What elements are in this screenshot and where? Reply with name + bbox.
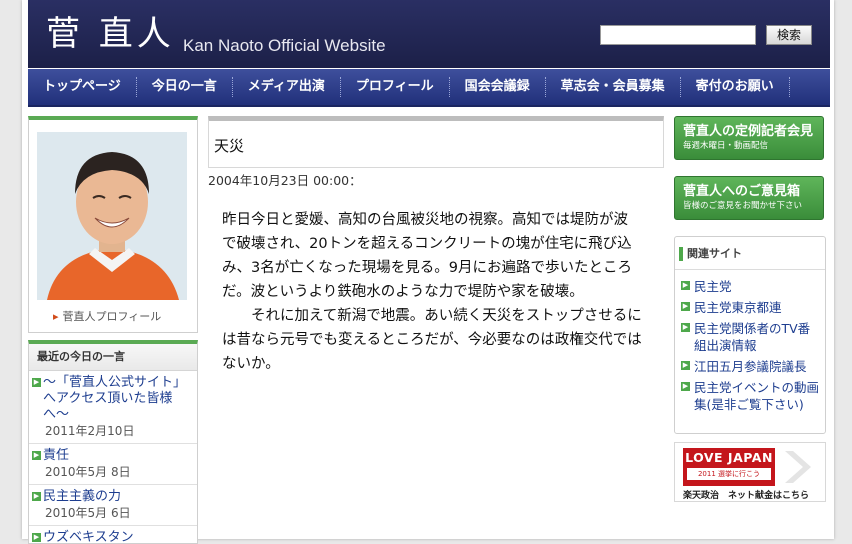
entry-title: 天災	[214, 137, 245, 155]
main-nav: トップページ 今日の一言 メディア出演 プロフィール 国会会議録 草志会・会員募…	[28, 69, 830, 107]
list-item-title[interactable]: 民主主義の力	[43, 489, 193, 505]
search-button[interactable]: 検索	[766, 25, 812, 45]
list-item-date: 2010年5月 6日	[45, 506, 131, 520]
related-sites-list: ▶ 民主党 ▶ 民主党東京都連 ▶ 民主党関係者のTV番組出演情報 ▶ 江田五月…	[675, 270, 825, 413]
banner-line2: 2011 選挙に行こう	[687, 468, 771, 480]
nav-item-membership[interactable]: 草志会・会員募集	[546, 77, 681, 97]
arrow-icon: ▶	[681, 382, 690, 391]
press-conference-label: 菅直人の定例記者会見	[683, 124, 814, 139]
related-link-label[interactable]: 民主党関係者のTV番組出演情報	[694, 320, 821, 354]
list-item-title[interactable]: 責任	[43, 448, 193, 464]
profile-link[interactable]: 菅直人プロフィール	[53, 308, 162, 324]
press-conference-sublabel: 毎週木曜日・動画配信	[683, 141, 769, 151]
list-item-title[interactable]: ウズベキスタン	[43, 530, 193, 543]
entry-header: 天災	[208, 116, 664, 168]
list-item-date: 2011年2月10日	[45, 424, 135, 438]
nav-item-profile[interactable]: プロフィール	[341, 77, 450, 97]
arrow-icon: ▶	[32, 451, 41, 460]
arrow-icon: ▶	[681, 281, 690, 290]
nav-item-top[interactable]: トップページ	[28, 77, 137, 97]
nav-item-diet-records[interactable]: 国会会議録	[450, 77, 546, 97]
banner-line1: LOVE JAPAN	[685, 450, 773, 465]
arrow-icon: ▶	[681, 361, 690, 370]
entry-date: 2004年10月23日 00:00：	[208, 173, 362, 188]
site-header: 菅 直人 Kan Naoto Official Website 検索	[28, 0, 830, 68]
list-item[interactable]: ▶ 民主主義の力 2010年5月 6日	[29, 485, 197, 526]
banner-logo: LOVE JAPAN 2011 選挙に行こう	[683, 448, 775, 486]
related-link[interactable]: ▶ 民主党東京都連	[681, 299, 821, 316]
site-subtitle: Kan Naoto Official Website	[183, 36, 386, 55]
profile-photo[interactable]	[37, 132, 187, 300]
related-link-label[interactable]: 民主党東京都連	[694, 299, 821, 316]
related-sites-box: 関連サイト ▶ 民主党 ▶ 民主党東京都連 ▶ 民主党関係者のTV番組出演情報 …	[674, 236, 826, 434]
arrow-icon: ▶	[681, 302, 690, 311]
related-link-label[interactable]: 民主党イベントの動画集(是非ご覧下さい)	[694, 379, 821, 413]
portrait-image	[37, 132, 187, 300]
love-japan-banner[interactable]: LOVE JAPAN 2011 選挙に行こう 楽天政治 ネット献金はこちら	[674, 442, 826, 502]
nav-item-donation[interactable]: 寄付のお願い	[681, 77, 790, 97]
entry-body: 昨日今日と愛媛、高知の台風被災地の視察。高知では堤防が波で破壊され、20トンを超…	[222, 208, 642, 376]
arrow-icon: ▶	[32, 533, 41, 542]
opinion-box-button[interactable]: 菅直人へのご意見箱 皆様のご意見をお聞かせ下さい	[674, 176, 824, 220]
page: 菅 直人 Kan Naoto Official Website 検索 トップペー…	[22, 0, 834, 544]
chevron-right-icon	[785, 451, 811, 483]
banner-caption: 楽天政治 ネット献金はこちら	[683, 491, 810, 501]
related-link-label[interactable]: 江田五月参議院議長	[694, 358, 821, 375]
site-title[interactable]: 菅 直人	[46, 12, 175, 56]
related-link[interactable]: ▶ 江田五月参議院議長	[681, 358, 821, 375]
related-link[interactable]: ▶ 民主党イベントの動画集(是非ご覧下さい)	[681, 379, 821, 413]
opinion-box-sublabel: 皆様のご意見をお聞かせ下さい	[683, 201, 803, 211]
related-link[interactable]: ▶ 民主党関係者のTV番組出演情報	[681, 320, 821, 354]
arrow-icon: ▶	[32, 378, 41, 387]
nav-item-today[interactable]: 今日の一言	[137, 77, 233, 97]
related-link-label[interactable]: 民主党	[694, 278, 821, 295]
list-item[interactable]: ▶ ウズベキスタン	[29, 526, 197, 543]
entry-paragraph: それに加えて新潟で地震。あい続く天災をストップさせるには昔なら元号でも変えるとこ…	[222, 308, 642, 372]
recent-posts-box: 最近の今日の一言 ▶ 〜「菅直人公式サイト」へアクセス頂いた皆様へ〜 2011年…	[28, 340, 198, 544]
recent-posts-title: 最近の今日の一言	[29, 344, 197, 371]
opinion-box-label: 菅直人へのご意見箱	[683, 184, 801, 199]
press-conference-button[interactable]: 菅直人の定例記者会見 毎週木曜日・動画配信	[674, 116, 824, 160]
related-link[interactable]: ▶ 民主党	[681, 278, 821, 295]
list-item-title[interactable]: 〜「菅直人公式サイト」へアクセス頂いた皆様へ〜	[43, 375, 193, 423]
list-item[interactable]: ▶ 〜「菅直人公式サイト」へアクセス頂いた皆様へ〜 2011年2月10日	[29, 371, 197, 444]
entry-paragraph: 昨日今日と愛媛、高知の台風被災地の視察。高知では堤防が波で破壊され、20トンを超…	[222, 212, 632, 300]
arrow-icon: ▶	[681, 323, 690, 332]
nav-item-media[interactable]: メディア出演	[233, 77, 341, 97]
list-item[interactable]: ▶ 責任 2010年5月 8日	[29, 444, 197, 485]
list-item-date: 2010年5月 8日	[45, 465, 131, 479]
profile-box: 菅直人プロフィール	[28, 116, 198, 333]
related-sites-title: 関連サイト	[675, 237, 825, 270]
search-input[interactable]	[600, 25, 756, 45]
arrow-icon: ▶	[32, 492, 41, 501]
